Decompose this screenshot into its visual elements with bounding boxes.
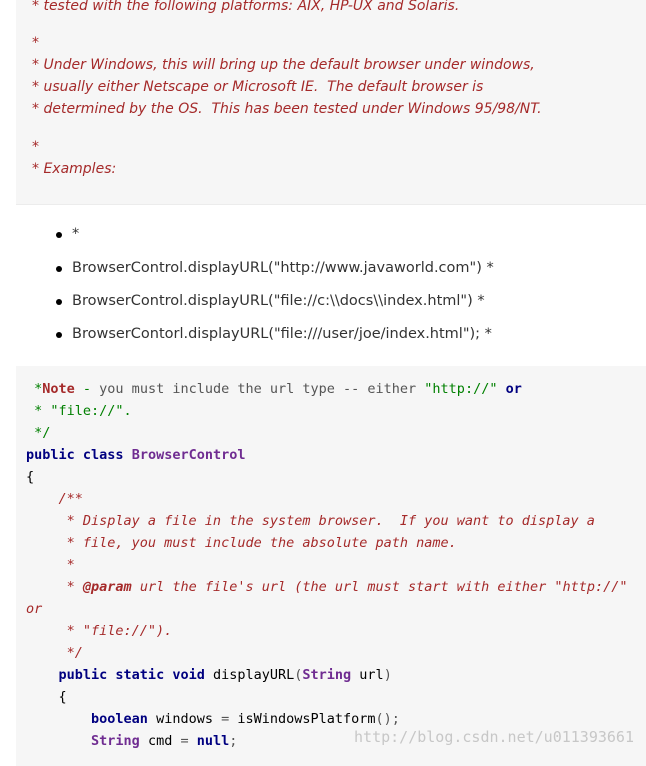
code-line: * "file://"). bbox=[26, 623, 173, 639]
comment-line: * Under Windows, this will bring up the … bbox=[32, 57, 535, 73]
list-item-text: BrowserContorl.displayURL("file:///user/… bbox=[72, 326, 492, 342]
list-item: * bbox=[56, 224, 80, 244]
comment-line: * determined by the OS. This has been te… bbox=[32, 101, 542, 117]
code-token: * bbox=[26, 579, 83, 595]
code-line: String cmd = null; bbox=[26, 730, 237, 752]
comment-line: * bbox=[32, 139, 39, 155]
list-item: BrowserControl.displayURL("file://c:\\do… bbox=[56, 291, 485, 311]
list-item: BrowserContorl.displayURL("file:///user/… bbox=[56, 324, 492, 344]
code-token: url bbox=[351, 667, 384, 683]
code-token: boolean bbox=[91, 711, 148, 727]
code-token: ; bbox=[229, 733, 238, 749]
code-token: - bbox=[74, 381, 92, 397]
code-line: * "file://". bbox=[26, 403, 132, 419]
code-token: = bbox=[212, 711, 230, 727]
code-token: String bbox=[302, 667, 352, 683]
list-item-text: BrowserControl.displayURL("file://c:\\do… bbox=[72, 293, 485, 309]
bullet-icon bbox=[56, 266, 62, 272]
list-item-text: BrowserControl.displayURL("http://www.ja… bbox=[72, 260, 494, 276]
code-line: public static void displayURL(String url… bbox=[26, 664, 392, 686]
watermark: http://blog.csdn.net/u011393661 bbox=[354, 728, 634, 746]
code-line: * @param url the file's url (the url mus… bbox=[26, 576, 628, 598]
code-token: you must include the url type -- bbox=[91, 381, 360, 397]
code-token: @param bbox=[82, 579, 132, 595]
list-item: BrowserControl.displayURL("http://www.ja… bbox=[56, 258, 494, 278]
code-token: class bbox=[74, 447, 124, 463]
code-line: *Note - you must include the url type --… bbox=[26, 378, 522, 400]
comment-line: * bbox=[32, 35, 39, 51]
comment-line: * tested with the following platforms: A… bbox=[32, 0, 460, 14]
code-token: String bbox=[91, 733, 140, 749]
code-token: or bbox=[497, 381, 522, 397]
code-token: isWindowsPlatform bbox=[229, 711, 376, 727]
code-token: Note bbox=[42, 381, 75, 397]
code-token: ) bbox=[383, 667, 392, 683]
code-line: * bbox=[26, 557, 75, 573]
code-line: /** bbox=[26, 491, 83, 507]
bullet-icon bbox=[56, 299, 62, 305]
code-token: null bbox=[188, 733, 230, 749]
code-token: windows bbox=[147, 711, 213, 727]
code-token: (); bbox=[375, 711, 400, 727]
code-line: public class BrowserControl bbox=[26, 444, 245, 466]
code-line: * Display a file in the system browser. … bbox=[26, 513, 595, 529]
code-token: BrowserControl bbox=[123, 447, 246, 463]
code-token: "http://" bbox=[416, 381, 498, 397]
code-block bbox=[16, 366, 646, 766]
code-token: * bbox=[26, 381, 43, 397]
code-line: */ bbox=[26, 425, 51, 441]
code-token: displayURL bbox=[204, 667, 295, 683]
code-token: either bbox=[359, 381, 417, 397]
code-line: boolean windows = isWindowsPlatform(); bbox=[26, 708, 400, 730]
comment-line: * usually either Netscape or Microsoft I… bbox=[32, 79, 484, 95]
code-token: public bbox=[58, 667, 108, 683]
code-token: cmd bbox=[139, 733, 173, 749]
code-token: void bbox=[164, 667, 205, 683]
code-line: * file, you must include the absolute pa… bbox=[26, 535, 457, 551]
bullet-icon bbox=[56, 232, 62, 238]
list-item-text: * bbox=[72, 226, 80, 242]
bullet-icon bbox=[56, 332, 62, 338]
code-token: static bbox=[107, 667, 165, 683]
code-line: { bbox=[26, 689, 67, 705]
code-token: = bbox=[172, 733, 189, 749]
code-token: public bbox=[26, 447, 75, 463]
code-line: { bbox=[26, 469, 35, 485]
code-line: or bbox=[26, 601, 43, 617]
comment-line: * Examples: bbox=[32, 161, 117, 177]
code-token: url the file's url (the url must start w… bbox=[131, 579, 628, 595]
code-line: */ bbox=[26, 645, 83, 661]
